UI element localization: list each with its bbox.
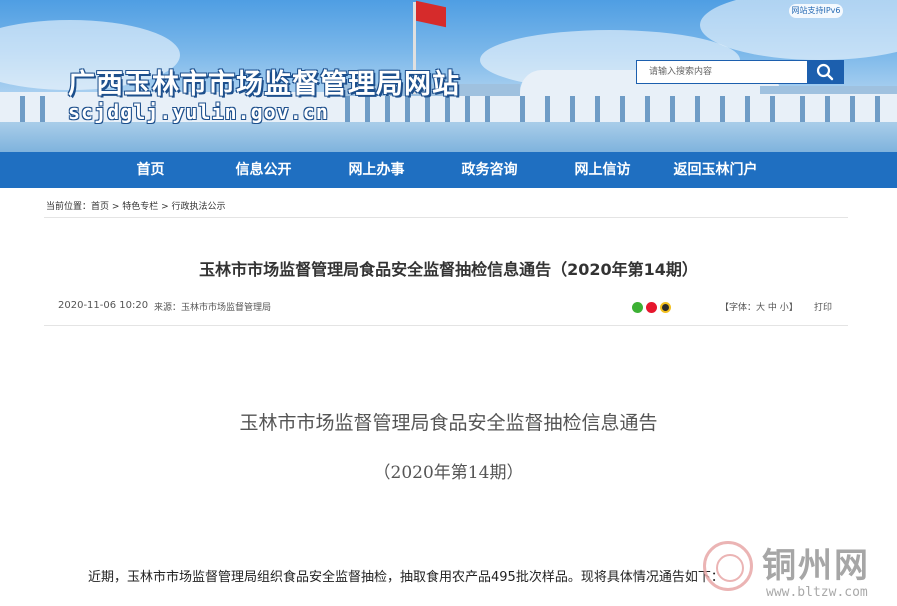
search-icon <box>816 63 834 81</box>
watermark-seal-icon <box>703 541 753 591</box>
ipv6-badge[interactable]: 网站支持IPv6 <box>789 4 843 18</box>
watermark-url: www.bltzw.com <box>766 585 868 600</box>
wechat-icon[interactable] <box>632 302 643 313</box>
article-source: 来源：玉林市市场监督管理局 <box>154 303 272 313</box>
font-size-close: 】 <box>788 303 798 313</box>
search-input[interactable] <box>637 61 807 83</box>
body-title: 玉林市市场监督管理局食品安全监督抽检信息通告 <box>239 412 658 434</box>
search-button[interactable] <box>807 61 843 83</box>
font-small-button[interactable]: 小 <box>780 303 789 313</box>
divider <box>44 325 848 326</box>
site-domain: scjdglj.yulin.gov.cn <box>68 100 329 124</box>
nav-item-info-disclosure[interactable]: 信息公开 <box>207 152 320 188</box>
main-nav: 首页 信息公开 网上办事 政务咨询 网上信访 返回玉林门户 <box>0 152 897 188</box>
nav-item-consultation[interactable]: 政务咨询 <box>433 152 546 188</box>
print-button[interactable]: 打印 <box>814 300 832 313</box>
body-paragraph: 近期，玉林市市场监督管理局组织食品安全监督抽检，抽取食用农产品495批次样品。现… <box>88 570 724 585</box>
share-icons <box>632 302 671 313</box>
building-illustration <box>760 86 897 94</box>
breadcrumb[interactable]: 当前位置：首页 > 特色专栏 > 行政执法公示 <box>46 199 226 212</box>
nav-item-online-services[interactable]: 网上办事 <box>320 152 433 188</box>
nav-item-home[interactable]: 首页 <box>94 152 207 188</box>
font-size-label: 【字体： <box>720 303 757 313</box>
article-date: 2020-11-06 10:20 <box>58 300 149 311</box>
site-title: 广西玉林市市场监督管理局网站 <box>68 69 460 100</box>
flag-icon <box>416 0 446 28</box>
body-subtitle: （2020年第14期） <box>373 463 524 483</box>
search-box <box>636 60 844 84</box>
font-size-control: 【字体：大 中 小】 <box>720 300 798 313</box>
header-banner: 广西玉林市市场监督管理局网站 scjdglj.yulin.gov.cn 网站支持… <box>0 0 897 152</box>
font-medium-button[interactable]: 中 <box>768 303 777 313</box>
watermark-text: 铜州网 <box>762 546 870 586</box>
article-title: 玉林市市场监督管理局食品安全监督抽检信息通告（2020年第14期） <box>199 260 698 279</box>
water-reflection <box>0 122 897 152</box>
divider <box>44 217 848 218</box>
nav-item-yulin-portal[interactable]: 返回玉林门户 <box>659 152 772 188</box>
font-large-button[interactable]: 大 <box>756 303 765 313</box>
qq-icon[interactable] <box>660 302 671 313</box>
weibo-icon[interactable] <box>646 302 657 313</box>
nav-item-online-petition[interactable]: 网上信访 <box>546 152 659 188</box>
